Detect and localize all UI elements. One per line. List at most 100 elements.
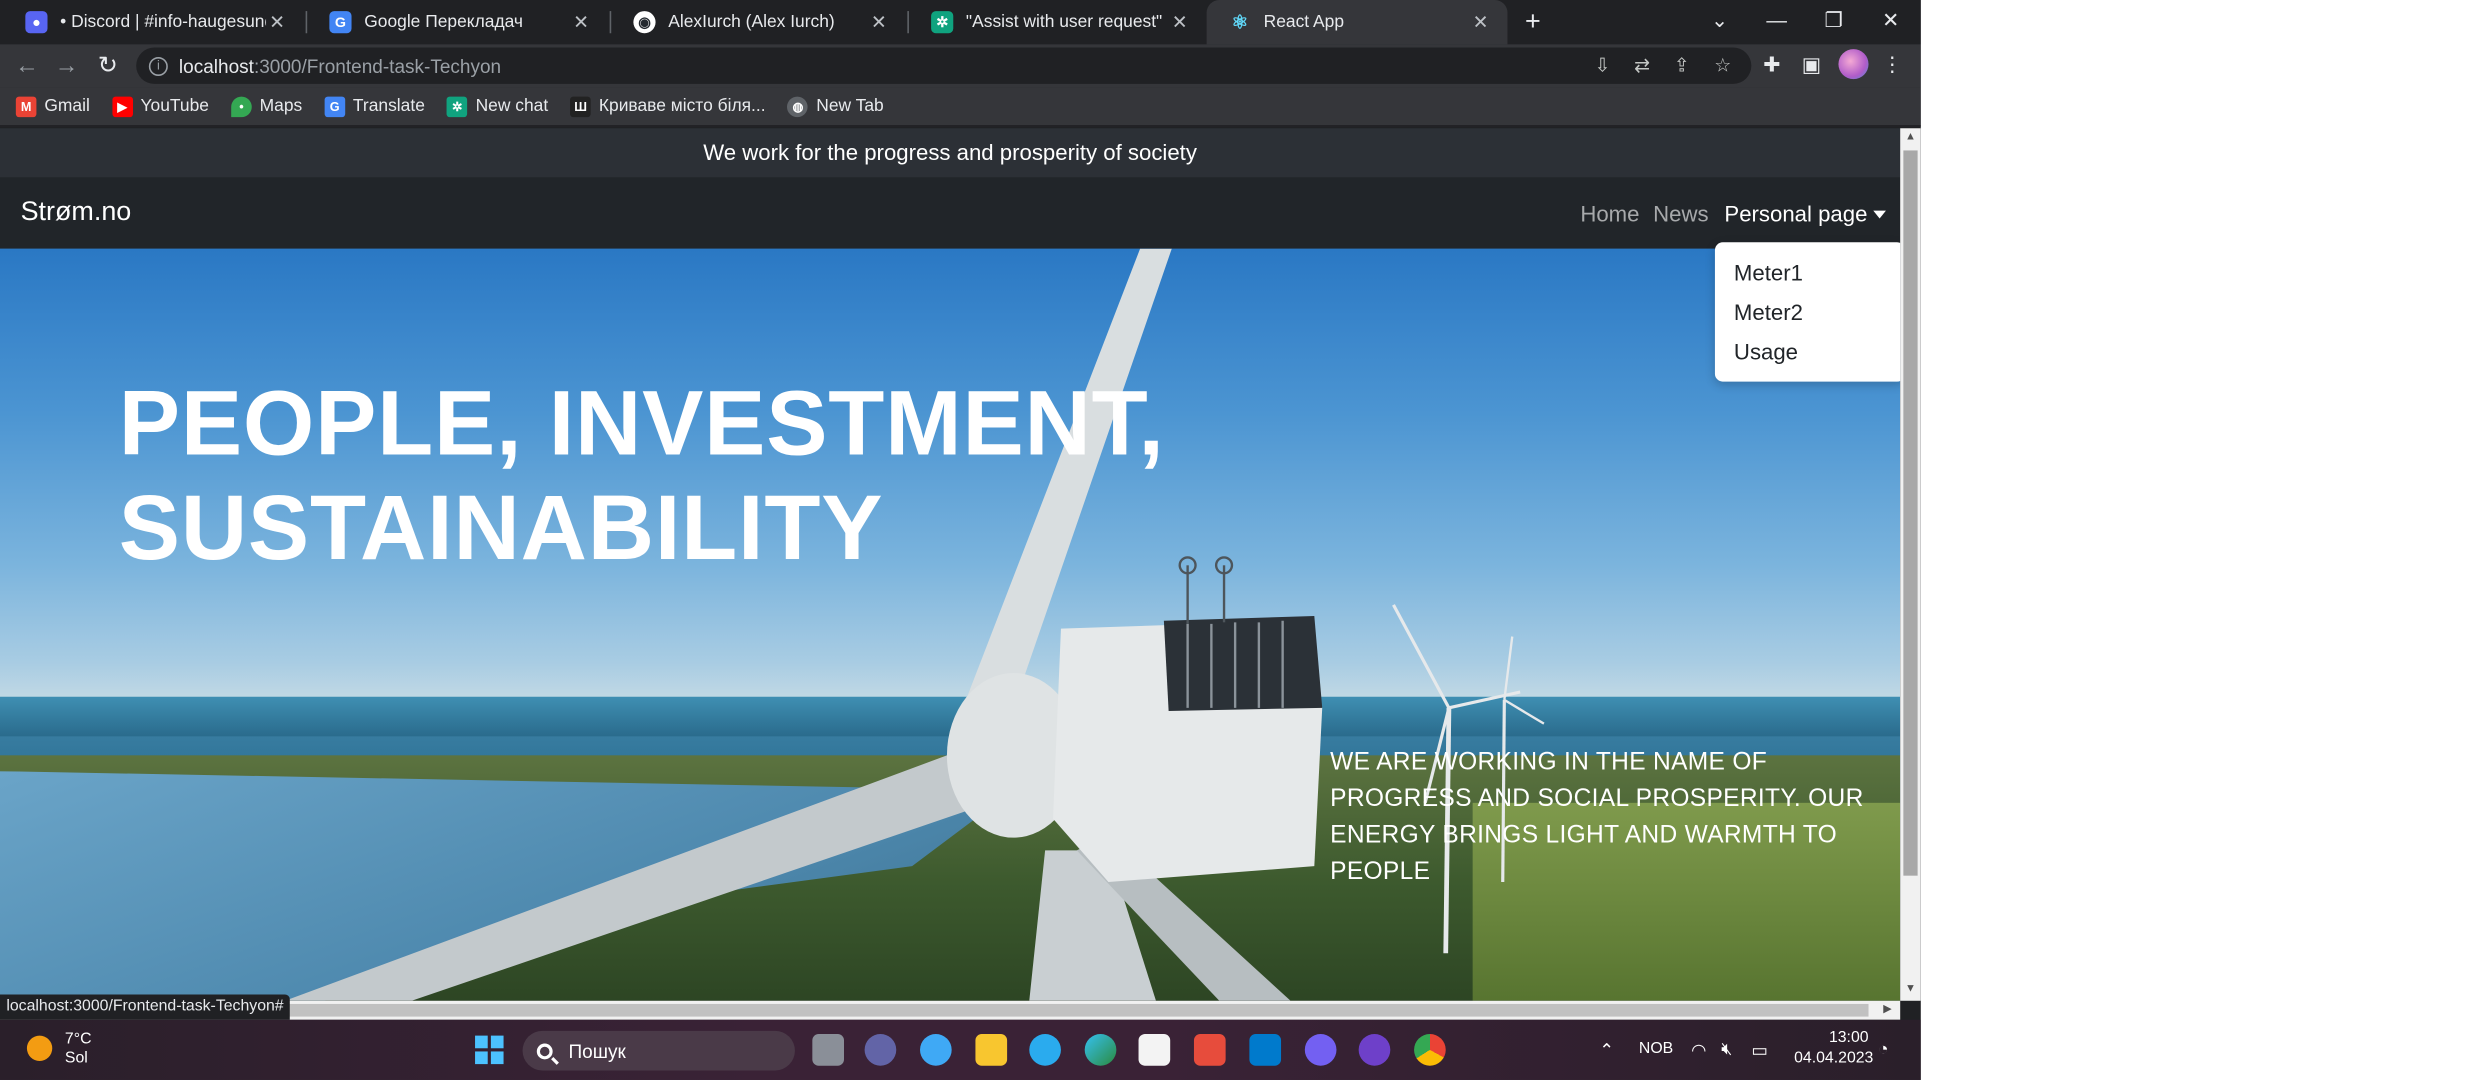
scroll-down-arrow-icon[interactable]: ▼ [1900, 980, 1921, 999]
dropdown-item-usage[interactable]: Usage [1715, 334, 1900, 374]
address-bar[interactable]: i localhost:3000/Frontend-task-Techyon [136, 47, 1752, 84]
bookmark-translate[interactable]: G Translate [324, 95, 425, 117]
vertical-scrollbar[interactable]: ▲ ▼ [1900, 128, 1921, 1001]
forward-button[interactable]: → [49, 49, 84, 84]
extensions-icon[interactable]: ✚ [1756, 49, 1788, 81]
widgets-icon[interactable] [920, 1034, 952, 1066]
github-icon: ◉ [633, 11, 656, 34]
share-icon[interactable]: ⇪ [1667, 51, 1696, 80]
translate-page-icon[interactable]: ⇄ [1628, 51, 1657, 80]
viber-icon[interactable] [1304, 1034, 1337, 1066]
translate-icon: G [329, 11, 352, 34]
menu-kebab-icon[interactable]: ⋮ [1876, 49, 1908, 81]
tab-title: React App [1263, 12, 1345, 32]
globe-icon: ◍ [787, 95, 809, 117]
show-hidden-icons-chevron-icon[interactable]: ⌃ [1599, 1040, 1614, 1061]
bookmark-maps[interactable]: • Maps [231, 95, 302, 117]
teams-chat-icon[interactable] [864, 1034, 897, 1066]
dropdown-item-meter2[interactable]: Meter2 [1715, 295, 1900, 335]
maps-icon: • [231, 95, 252, 117]
side-panel-icon[interactable]: ▣ [1796, 49, 1828, 81]
windows-start-icon[interactable] [475, 1035, 504, 1065]
hero-title: PEOPLE, INVESTMENT, SUSTAINABILITY [118, 372, 1165, 580]
bookmark-new-chat[interactable]: ✲ New chat [447, 95, 548, 117]
screen: ● • Discord | #info-haugesund | IT ✕ G G… [0, 0, 1921, 1080]
edge-icon[interactable] [1084, 1034, 1117, 1066]
site-info-icon[interactable]: i [148, 56, 168, 76]
task-view-icon[interactable] [812, 1034, 845, 1066]
tab-title: AlexIurch (Alex Iurch) [668, 12, 835, 32]
nav-personal-page[interactable]: Personal page [1724, 201, 1887, 226]
install-app-icon[interactable]: ⇩ [1588, 51, 1617, 80]
clock-date[interactable]: 04.04.2023 [1794, 1050, 1873, 1067]
close-icon[interactable]: ✕ [1469, 11, 1491, 33]
file-explorer-icon[interactable] [975, 1034, 1008, 1066]
notification-bell-icon[interactable]: ◔ [1878, 1040, 1889, 1059]
bookmark-star-icon[interactable]: ☆ [1709, 51, 1738, 80]
browser-toolbar: ← → ↻ i localhost:3000/Frontend-task-Tec… [0, 44, 1921, 88]
bookmark-new-tab[interactable]: ◍ New Tab [787, 95, 884, 117]
volume-muted-icon[interactable]: 🔇︎ [1721, 1040, 1732, 1061]
bookmark-youtube[interactable]: ▶ YouTube [112, 95, 209, 117]
horizontal-scroll-thumb[interactable] [269, 1003, 1869, 1017]
address-url: localhost:3000/Frontend-task-Techyon [178, 54, 502, 77]
react-icon: ⚛ [1231, 11, 1249, 34]
wifi-icon[interactable]: ◠ [1691, 1040, 1706, 1061]
hero-description: WE ARE WORKING IN THE NAME OF PROGRESS A… [1330, 748, 1864, 886]
browser-tab-chatgpt[interactable]: ✲ "Assist with user request" ✕ [909, 0, 1207, 44]
telegram-icon[interactable] [1029, 1034, 1061, 1066]
scroll-up-arrow-icon[interactable]: ▲ [1900, 128, 1921, 147]
browser-tab-translate[interactable]: G Google Перекладач ✕ [307, 0, 608, 44]
close-icon[interactable]: ✕ [266, 11, 288, 33]
close-icon[interactable]: ✕ [1169, 11, 1191, 33]
sun-icon[interactable] [26, 1035, 53, 1061]
chatgpt-icon: ✲ [931, 11, 954, 34]
nav-home[interactable]: Home [1580, 201, 1639, 226]
minimize-button[interactable]: — [1748, 0, 1805, 44]
nav-news[interactable]: News [1653, 201, 1708, 226]
caret-down-icon [1873, 210, 1887, 219]
browser-tab-react-app[interactable]: ⚛ React App ✕ [1206, 0, 1508, 45]
taskbar-search-box[interactable]: Пошук [522, 1030, 795, 1071]
scroll-right-arrow-icon[interactable]: ▶ [1878, 1001, 1897, 1020]
store-icon[interactable] [1138, 1034, 1171, 1066]
windows-taskbar: 7°C Sol Пошук ⌃ NOB ◠ 🔇︎ ▭ 13:00 04.04.2… [0, 1019, 1921, 1080]
close-icon[interactable]: ✕ [570, 11, 592, 33]
personal-page-dropdown: Meter1 Meter2 Usage [1714, 242, 1901, 382]
tab-title: "Assist with user request" [965, 12, 1163, 32]
close-icon[interactable]: ✕ [868, 11, 890, 33]
restore-button[interactable]: ❐ [1805, 0, 1862, 44]
dropdown-item-meter1[interactable]: Meter1 [1715, 255, 1900, 295]
site-icon: Ш [570, 95, 591, 117]
status-bar-url: localhost:3000/Frontend-task-Techyon# [0, 994, 290, 1020]
clock-time[interactable]: 13:00 [1829, 1029, 1869, 1046]
search-icon [536, 1042, 553, 1059]
site-brand[interactable]: Strøm.no [21, 196, 132, 228]
browser-tab-strip: ● • Discord | #info-haugesund | IT ✕ G G… [0, 0, 1921, 45]
app-icon[interactable] [1193, 1034, 1226, 1066]
profile-avatar[interactable] [1838, 49, 1869, 80]
new-tab-button[interactable]: + [1515, 5, 1550, 40]
translate-icon: G [324, 95, 346, 117]
bookmarks-bar: M Gmail ▶ YouTube • Maps G Translate ✲ N… [0, 87, 1921, 127]
browser-tab-discord[interactable]: ● • Discord | #info-haugesund | IT ✕ [3, 0, 304, 44]
weather-widget[interactable]: 7°C Sol [65, 1031, 92, 1069]
reload-button[interactable]: ↻ [90, 49, 125, 84]
tab-title: Google Перекладач [364, 12, 524, 32]
bookmark-gmail[interactable]: M Gmail [15, 95, 90, 117]
youtube-icon: ▶ [112, 95, 133, 117]
chrome-icon[interactable] [1414, 1034, 1446, 1066]
battery-icon[interactable]: ▭ [1751, 1040, 1767, 1061]
browser-tab-github[interactable]: ◉ AlexIurch (Alex Iurch) ✕ [611, 0, 906, 44]
chatgpt-icon: ✲ [447, 95, 468, 117]
gmail-icon: M [15, 95, 37, 117]
bookmark-site[interactable]: Ш Криваве місто біля... [570, 95, 766, 117]
close-window-button[interactable]: ✕ [1862, 0, 1919, 44]
vscode-icon[interactable] [1249, 1034, 1282, 1066]
vertical-scroll-thumb[interactable] [1903, 150, 1918, 876]
back-button[interactable]: ← [10, 49, 45, 84]
hero-section: PEOPLE, INVESTMENT, SUSTAINABILITY WE AR… [0, 248, 1901, 1001]
language-indicator[interactable]: NOB [1639, 1040, 1673, 1057]
github-desktop-icon[interactable] [1358, 1034, 1391, 1066]
tab-search-chevron-icon[interactable]: ⌄ [1691, 0, 1748, 44]
